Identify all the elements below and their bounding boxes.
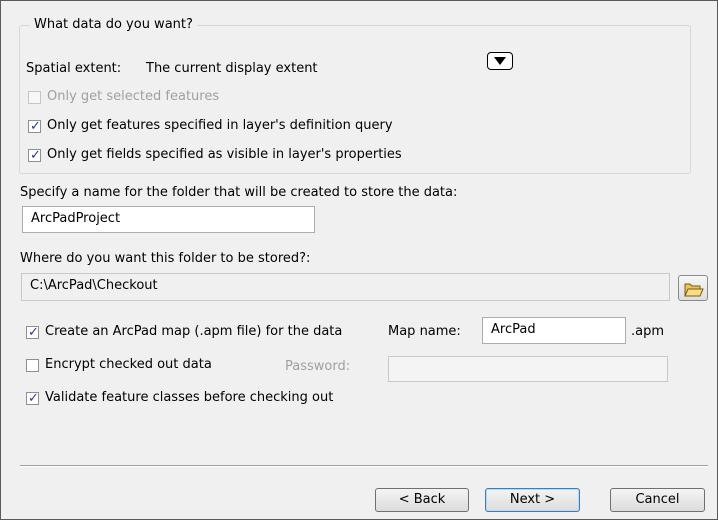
visible-fields-label: Only get fields specified as visible in … — [47, 147, 402, 162]
only-selected-features-label: Only get selected features — [47, 89, 220, 104]
back-button[interactable]: < Back — [375, 488, 469, 512]
separator — [20, 465, 708, 467]
validate-label: Validate feature classes before checking… — [45, 390, 334, 405]
spatial-extent-value: The current display extent — [146, 61, 318, 76]
create-map-label: Create an ArcPad map (.apm file) for the… — [45, 324, 343, 339]
folder-location-field[interactable]: C:\ArcPad\Checkout — [21, 273, 670, 301]
map-name-label: Map name: — [388, 324, 461, 339]
password-label: Password: — [285, 359, 351, 374]
next-button[interactable]: Next > — [485, 488, 580, 512]
open-folder-icon — [684, 283, 704, 297]
spatial-extent-dropdown[interactable] — [487, 52, 513, 70]
cancel-button[interactable]: Cancel — [610, 488, 705, 512]
folder-location-label: Where do you want this folder to be stor… — [20, 251, 311, 266]
spatial-extent-label: Spatial extent: — [26, 61, 122, 76]
browse-folder-button[interactable] — [678, 275, 708, 301]
checkmark-icon: ✓ — [28, 325, 39, 340]
map-name-input[interactable]: ArcPad — [482, 317, 626, 344]
definition-query-checkbox[interactable]: ✓ — [28, 119, 41, 134]
visible-fields-checkbox[interactable]: ✓ — [28, 148, 41, 163]
encrypt-checkbox[interactable] — [26, 359, 39, 372]
map-extension: .apm — [631, 324, 665, 339]
checkmark-icon: ✓ — [28, 391, 39, 406]
folder-name-label: Specify a name for the folder that will … — [20, 185, 458, 200]
create-map-checkbox[interactable]: ✓ — [26, 325, 39, 340]
checkmark-icon: ✓ — [30, 148, 41, 163]
folder-name-input[interactable]: ArcPadProject — [22, 206, 315, 233]
dropdown-arrow-icon — [494, 57, 506, 65]
encrypt-label: Encrypt checked out data — [45, 357, 212, 372]
group-title: What data do you want? — [30, 17, 197, 32]
validate-checkbox[interactable]: ✓ — [26, 391, 39, 406]
only-selected-features-checkbox[interactable] — [28, 91, 41, 104]
password-input[interactable] — [388, 356, 668, 382]
definition-query-label: Only get features specified in layer's d… — [47, 118, 393, 133]
checkmark-icon: ✓ — [30, 119, 41, 134]
